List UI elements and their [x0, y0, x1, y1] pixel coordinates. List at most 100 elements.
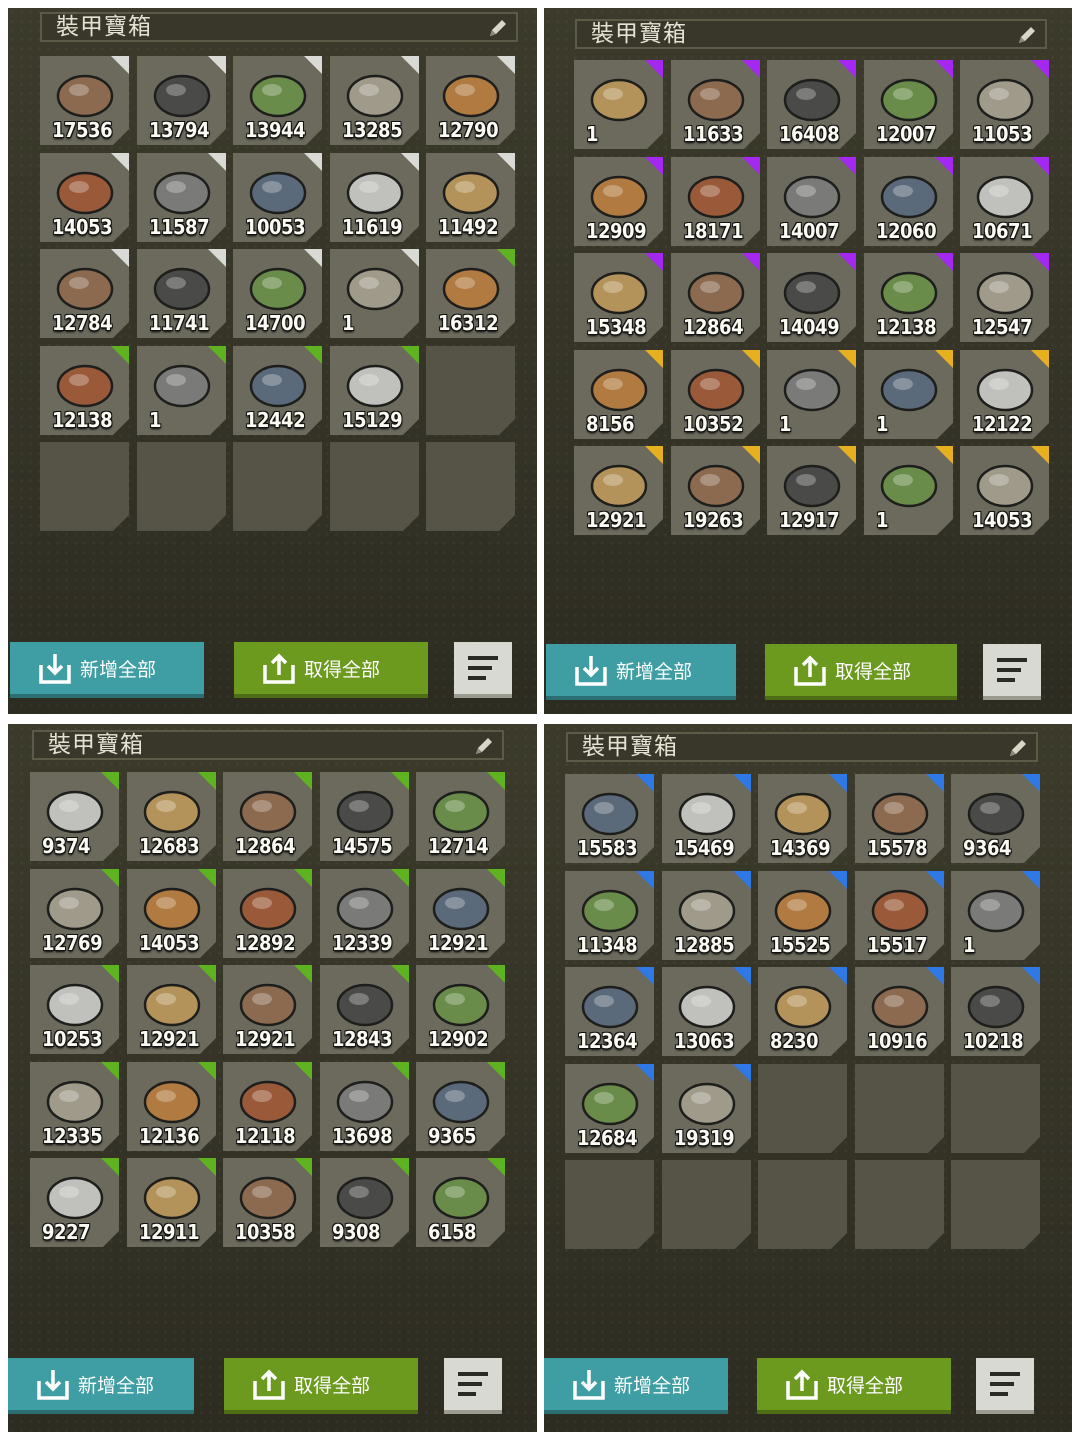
- item-slot[interactable]: 9308: [320, 1158, 409, 1247]
- pencil-icon[interactable]: [472, 734, 496, 758]
- item-slot[interactable]: 12684: [565, 1064, 654, 1153]
- item-slot[interactable]: 10916: [855, 967, 944, 1056]
- item-slot[interactable]: 12909: [574, 157, 663, 246]
- item-slot[interactable]: 10253: [30, 965, 119, 1054]
- item-slot[interactable]: 9374: [30, 772, 119, 861]
- item-slot[interactable]: 14049: [767, 253, 856, 342]
- item-slot[interactable]: 12339: [320, 869, 409, 958]
- item-slot[interactable]: 8230: [758, 967, 847, 1056]
- item-slot[interactable]: 13944: [233, 56, 322, 145]
- item-slot[interactable]: 13794: [137, 56, 226, 145]
- item-slot[interactable]: 8156: [574, 350, 663, 439]
- item-slot[interactable]: 13063: [662, 967, 751, 1056]
- add-all-button[interactable]: 新增全部: [10, 642, 204, 698]
- item-slot[interactable]: 12364: [565, 967, 654, 1056]
- take-all-button[interactable]: 取得全部: [765, 644, 957, 700]
- take-all-button[interactable]: 取得全部: [757, 1358, 951, 1414]
- item-slot[interactable]: 12136: [127, 1062, 216, 1151]
- add-all-button[interactable]: 新增全部: [546, 644, 736, 700]
- pencil-icon[interactable]: [1015, 23, 1039, 47]
- item-slot[interactable]: 10671: [960, 157, 1049, 246]
- item-slot[interactable]: 14700: [233, 249, 322, 338]
- item-slot[interactable]: 15583: [565, 774, 654, 863]
- item-slot[interactable]: 14053: [127, 869, 216, 958]
- empty-slot[interactable]: [855, 1064, 944, 1153]
- item-slot[interactable]: 12921: [574, 446, 663, 535]
- add-all-button[interactable]: 新增全部: [544, 1358, 728, 1414]
- item-slot[interactable]: 12138: [40, 346, 129, 435]
- item-slot[interactable]: 14053: [40, 153, 129, 242]
- item-slot[interactable]: 12902: [416, 965, 505, 1054]
- item-slot[interactable]: 16312: [426, 249, 515, 338]
- item-slot[interactable]: 1: [330, 249, 419, 338]
- item-slot[interactable]: 11053: [960, 60, 1049, 149]
- item-slot[interactable]: 15129: [330, 346, 419, 435]
- item-slot[interactable]: 9365: [416, 1062, 505, 1151]
- item-slot[interactable]: 12714: [416, 772, 505, 861]
- item-slot[interactable]: 15469: [662, 774, 751, 863]
- item-slot[interactable]: 14053: [960, 446, 1049, 535]
- item-slot[interactable]: 17536: [40, 56, 129, 145]
- item-slot[interactable]: 11619: [330, 153, 419, 242]
- item-slot[interactable]: 15517: [855, 871, 944, 960]
- empty-slot[interactable]: [951, 1064, 1040, 1153]
- pencil-icon[interactable]: [486, 16, 510, 40]
- item-slot[interactable]: 10358: [223, 1158, 312, 1247]
- take-all-button[interactable]: 取得全部: [234, 642, 428, 698]
- item-slot[interactable]: 9227: [30, 1158, 119, 1247]
- item-slot[interactable]: 12864: [671, 253, 760, 342]
- empty-slot[interactable]: [426, 346, 515, 435]
- take-all-button[interactable]: 取得全部: [224, 1358, 418, 1414]
- sort-button[interactable]: [444, 1358, 502, 1414]
- item-slot[interactable]: 18171: [671, 157, 760, 246]
- item-slot[interactable]: 10218: [951, 967, 1040, 1056]
- item-slot[interactable]: 1: [137, 346, 226, 435]
- empty-slot[interactable]: [758, 1064, 847, 1153]
- item-slot[interactable]: 15578: [855, 774, 944, 863]
- empty-slot[interactable]: [137, 442, 226, 531]
- item-slot[interactable]: 12790: [426, 56, 515, 145]
- item-slot[interactable]: 14007: [767, 157, 856, 246]
- item-slot[interactable]: 19319: [662, 1064, 751, 1153]
- item-slot[interactable]: 11633: [671, 60, 760, 149]
- item-slot[interactable]: 12138: [864, 253, 953, 342]
- empty-slot[interactable]: [662, 1160, 751, 1249]
- item-slot[interactable]: 12921: [416, 869, 505, 958]
- add-all-button[interactable]: 新增全部: [8, 1358, 194, 1414]
- empty-slot[interactable]: [855, 1160, 944, 1249]
- item-slot[interactable]: 1: [864, 446, 953, 535]
- item-slot[interactable]: 11492: [426, 153, 515, 242]
- item-slot[interactable]: 12921: [127, 965, 216, 1054]
- item-slot[interactable]: 9364: [951, 774, 1040, 863]
- item-slot[interactable]: 12917: [767, 446, 856, 535]
- item-slot[interactable]: 12885: [662, 871, 751, 960]
- empty-slot[interactable]: [758, 1160, 847, 1249]
- item-slot[interactable]: 11587: [137, 153, 226, 242]
- item-slot[interactable]: 10053: [233, 153, 322, 242]
- item-slot[interactable]: 10352: [671, 350, 760, 439]
- item-slot[interactable]: 12911: [127, 1158, 216, 1247]
- sort-button[interactable]: [454, 642, 512, 698]
- pencil-icon[interactable]: [1006, 736, 1030, 760]
- sort-button[interactable]: [983, 644, 1041, 700]
- item-slot[interactable]: 16408: [767, 60, 856, 149]
- item-slot[interactable]: 1: [767, 350, 856, 439]
- item-slot[interactable]: 12784: [40, 249, 129, 338]
- item-slot[interactable]: 11741: [137, 249, 226, 338]
- item-slot[interactable]: 1: [864, 350, 953, 439]
- item-slot[interactable]: 12921: [223, 965, 312, 1054]
- item-slot[interactable]: 12864: [223, 772, 312, 861]
- empty-slot[interactable]: [951, 1160, 1040, 1249]
- item-slot[interactable]: 12547: [960, 253, 1049, 342]
- item-slot[interactable]: 11348: [565, 871, 654, 960]
- item-slot[interactable]: 1: [951, 871, 1040, 960]
- item-slot[interactable]: 12335: [30, 1062, 119, 1151]
- item-slot[interactable]: 12843: [320, 965, 409, 1054]
- item-slot[interactable]: 15525: [758, 871, 847, 960]
- item-slot[interactable]: 19263: [671, 446, 760, 535]
- empty-slot[interactable]: [40, 442, 129, 531]
- item-slot[interactable]: 14575: [320, 772, 409, 861]
- item-slot[interactable]: 14369: [758, 774, 847, 863]
- empty-slot[interactable]: [426, 442, 515, 531]
- item-slot[interactable]: 12118: [223, 1062, 312, 1151]
